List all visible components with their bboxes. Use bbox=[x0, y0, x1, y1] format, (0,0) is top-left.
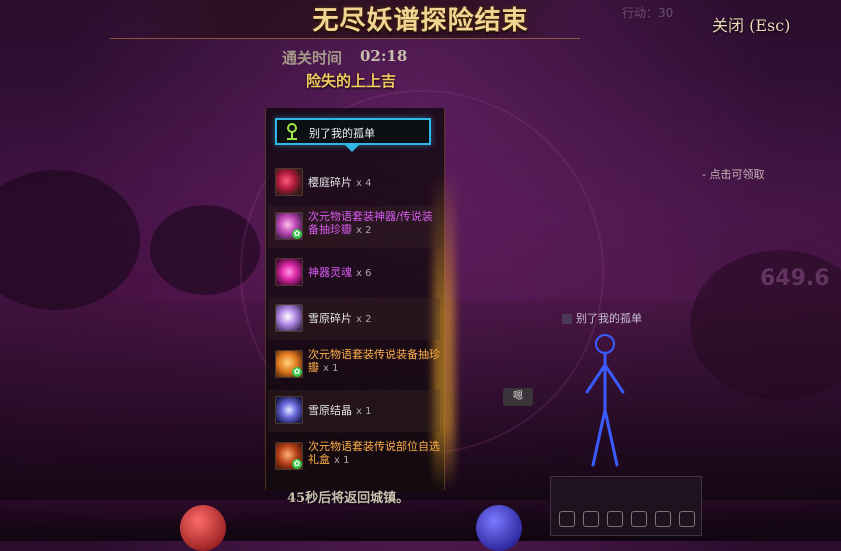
guild-emblem-icon bbox=[562, 314, 572, 324]
mp-orb bbox=[476, 505, 522, 551]
title-box-pointer bbox=[345, 145, 359, 152]
reward-item[interactable]: 雪原结晶 x 1 bbox=[268, 390, 440, 432]
reward-item[interactable]: ✿ 次元物语套装神器/传说装备抽珍瓣 x 2 bbox=[268, 206, 440, 248]
bonus-badge-icon: ✿ bbox=[292, 367, 302, 377]
quick-menu bbox=[550, 476, 702, 536]
reward-item[interactable]: ✿ 次元物语套装传说部位自选礼盒 x 1 bbox=[268, 436, 440, 478]
reward-item-qty: x 4 bbox=[356, 178, 372, 189]
menu-slot[interactable] bbox=[607, 511, 623, 527]
scene-damage-number: 649.6 bbox=[760, 266, 830, 291]
snow-shard-icon bbox=[275, 304, 303, 332]
side-quest-note[interactable]: - 点击可领取 bbox=[702, 166, 841, 182]
return-countdown: 45秒后将返回城镇。 bbox=[287, 491, 410, 506]
reward-item-qty: x 1 bbox=[323, 363, 339, 374]
menu-slot[interactable] bbox=[583, 511, 599, 527]
clear-time-label: 通关时间 bbox=[282, 49, 343, 67]
reward-item[interactable]: 雪原碎片 x 2 bbox=[268, 298, 440, 340]
reward-item[interactable]: 神器灵魂 x 6 bbox=[268, 252, 440, 294]
reward-item-name: 次元物语套装传说部位自选礼盒 bbox=[308, 440, 440, 466]
close-button[interactable]: 关闭 (Esc) bbox=[712, 12, 790, 36]
reward-item-qty: x 1 bbox=[334, 455, 350, 466]
gift-box-icon: ✿ bbox=[275, 442, 303, 470]
character-name: 别了我的孤单 bbox=[576, 312, 642, 325]
chat-bubble: 嗯 bbox=[503, 388, 533, 406]
bottom-hud-strip bbox=[0, 505, 841, 541]
menu-slot[interactable] bbox=[679, 511, 695, 527]
menu-slot[interactable] bbox=[631, 511, 647, 527]
bonus-badge-icon: ✿ bbox=[292, 459, 302, 469]
character-name-plate: 别了我的孤单 bbox=[562, 310, 642, 326]
pin-icon bbox=[287, 123, 297, 140]
scene-tree bbox=[0, 170, 140, 310]
reward-item-name: 神器灵魂 bbox=[308, 266, 352, 279]
artifact-chest-icon: ✿ bbox=[275, 212, 303, 240]
title-reward-label: 别了我的孤单 bbox=[309, 127, 375, 140]
legendary-chest-icon: ✿ bbox=[275, 350, 303, 378]
side-note-text: - 点击可领取 bbox=[702, 168, 765, 181]
reward-item-qty: x 2 bbox=[356, 314, 372, 325]
hp-orb bbox=[180, 505, 226, 551]
menu-slot[interactable] bbox=[655, 511, 671, 527]
reward-item[interactable]: 樱庭碎片 x 4 bbox=[268, 162, 440, 204]
crystal-shard-icon bbox=[275, 168, 303, 196]
character-silhouette-icon bbox=[585, 334, 625, 467]
reward-item-name: 雪原结晶 bbox=[308, 404, 352, 417]
fortune-result: 险失的上上吉 bbox=[306, 72, 397, 90]
menu-slot[interactable] bbox=[559, 511, 575, 527]
reward-item-qty: x 2 bbox=[356, 225, 372, 236]
reward-item-qty: x 6 bbox=[356, 268, 372, 279]
title-reward-box[interactable]: 别了我的孤单 bbox=[275, 118, 431, 145]
reward-item-qty: x 1 bbox=[356, 406, 372, 417]
artifact-soul-icon bbox=[275, 258, 303, 286]
bonus-badge-icon: ✿ bbox=[292, 229, 302, 239]
reward-item-name: 雪原碎片 bbox=[308, 312, 352, 325]
hud-faded-text: 行动：30 bbox=[622, 6, 674, 20]
reward-item-name: 樱庭碎片 bbox=[308, 176, 352, 189]
clear-time-value: 02:18 bbox=[360, 47, 408, 65]
snow-crystal-icon bbox=[275, 396, 303, 424]
reward-item[interactable]: ✿ 次元物语套装传说装备抽珍瓣 x 1 bbox=[268, 344, 440, 386]
